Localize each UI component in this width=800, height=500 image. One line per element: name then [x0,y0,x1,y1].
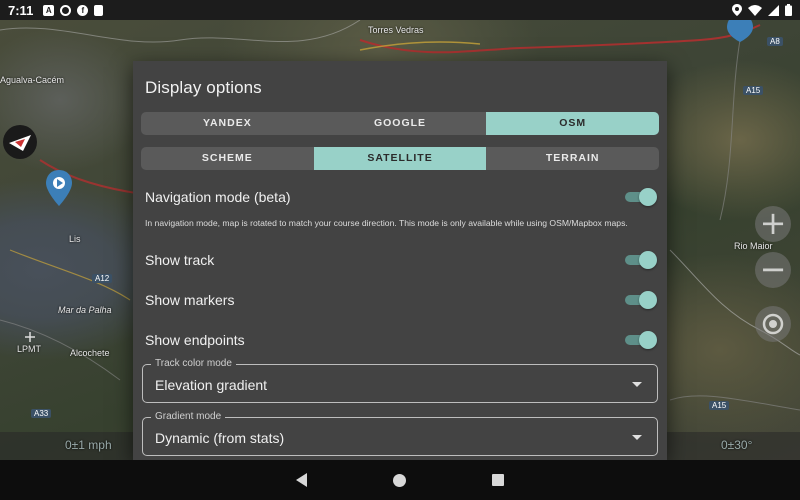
system-nav-bar [0,460,800,500]
f-notification-icon: f [77,4,89,16]
back-icon[interactable] [296,473,307,487]
map-label: Alcochete [70,348,110,358]
zoom-in-button[interactable]: + [755,206,791,242]
map-label: Torres Vedras [368,25,424,35]
map-endpoint-marker-icon[interactable] [727,20,753,42]
road-tag: A33 [31,409,52,418]
display-options-dialog: Display options YANDEX GOOGLE OSM SCHEME… [133,61,667,460]
road-tag: A12 [92,274,113,283]
show-endpoints-row[interactable]: Show endpoints [145,329,657,351]
sd-card-icon [94,4,104,16]
map-label: Lis [69,234,81,244]
show-track-toggle[interactable] [625,251,657,269]
navigation-mode-toggle[interactable] [625,188,657,206]
provider-yandex-button[interactable]: YANDEX [141,112,314,135]
show-markers-toggle[interactable] [625,291,657,309]
battery-icon [785,4,792,16]
show-endpoints-toggle[interactable] [625,331,657,349]
compass-button[interactable] [3,125,37,159]
map-provider-selector: YANDEX GOOGLE OSM [141,112,659,135]
compass-icon [9,135,31,151]
provider-osm-button[interactable]: OSM [486,112,659,135]
show-endpoints-label: Show endpoints [145,332,245,348]
my-location-icon [762,313,784,335]
road-tag: A15 [743,86,764,95]
map-marker-icon[interactable] [46,170,72,206]
map-label: Agualva-Cacém [0,75,65,85]
gradient-mode-value: Dynamic (from stats) [155,430,285,446]
navigation-mode-label: Navigation mode (beta) [145,189,291,205]
track-color-mode-legend: Track color mode [151,358,236,369]
zoom-out-button[interactable]: − [755,252,791,288]
road-tag: A8 [767,37,783,46]
airport-icon [25,332,35,342]
track-color-mode-value: Elevation gradient [155,377,268,393]
heading-readout: 0±30° [721,438,753,452]
dialog-title: Display options [145,78,262,97]
home-icon[interactable] [393,473,406,487]
map-type-selector: SCHEME SATELLITE TERRAIN [141,147,659,170]
map-type-satellite-button[interactable]: SATELLITE [313,147,487,170]
speed-readout: 0±1 mph [65,438,112,452]
show-markers-label: Show markers [145,292,235,308]
gradient-mode-select[interactable]: Gradient mode Dynamic (from stats) [142,411,658,456]
wifi-icon [748,4,762,16]
dropdown-arrow-icon [632,382,642,387]
show-track-label: Show track [145,252,215,268]
my-location-button[interactable] [755,306,791,342]
status-bar: 7:11 A f [0,0,800,20]
map-label: Mar da Palha [58,305,112,315]
recents-icon[interactable] [492,474,504,486]
record-icon [60,4,72,16]
map-type-scheme-button[interactable]: SCHEME [141,147,314,170]
map-type-terrain-button[interactable]: TERRAIN [486,147,659,170]
gradient-mode-legend: Gradient mode [151,411,226,422]
signal-icon [768,4,779,16]
a-notification-icon: A [43,4,55,16]
status-left-icons: A f [43,4,104,16]
status-time: 7:11 [8,2,34,18]
show-track-row[interactable]: Show track [145,249,657,271]
navigation-mode-row[interactable]: Navigation mode (beta) [145,186,657,208]
navigation-mode-note: In navigation mode, map is rotated to ma… [145,218,628,228]
show-markers-row[interactable]: Show markers [145,289,657,311]
status-right-icons [732,4,792,16]
location-icon [732,4,742,16]
provider-google-button[interactable]: GOOGLE [314,112,487,135]
road-tag: A15 [709,401,730,410]
dropdown-arrow-icon [632,435,642,440]
track-color-mode-select[interactable]: Track color mode Elevation gradient [142,358,658,403]
map-label: LPMT [17,344,42,354]
